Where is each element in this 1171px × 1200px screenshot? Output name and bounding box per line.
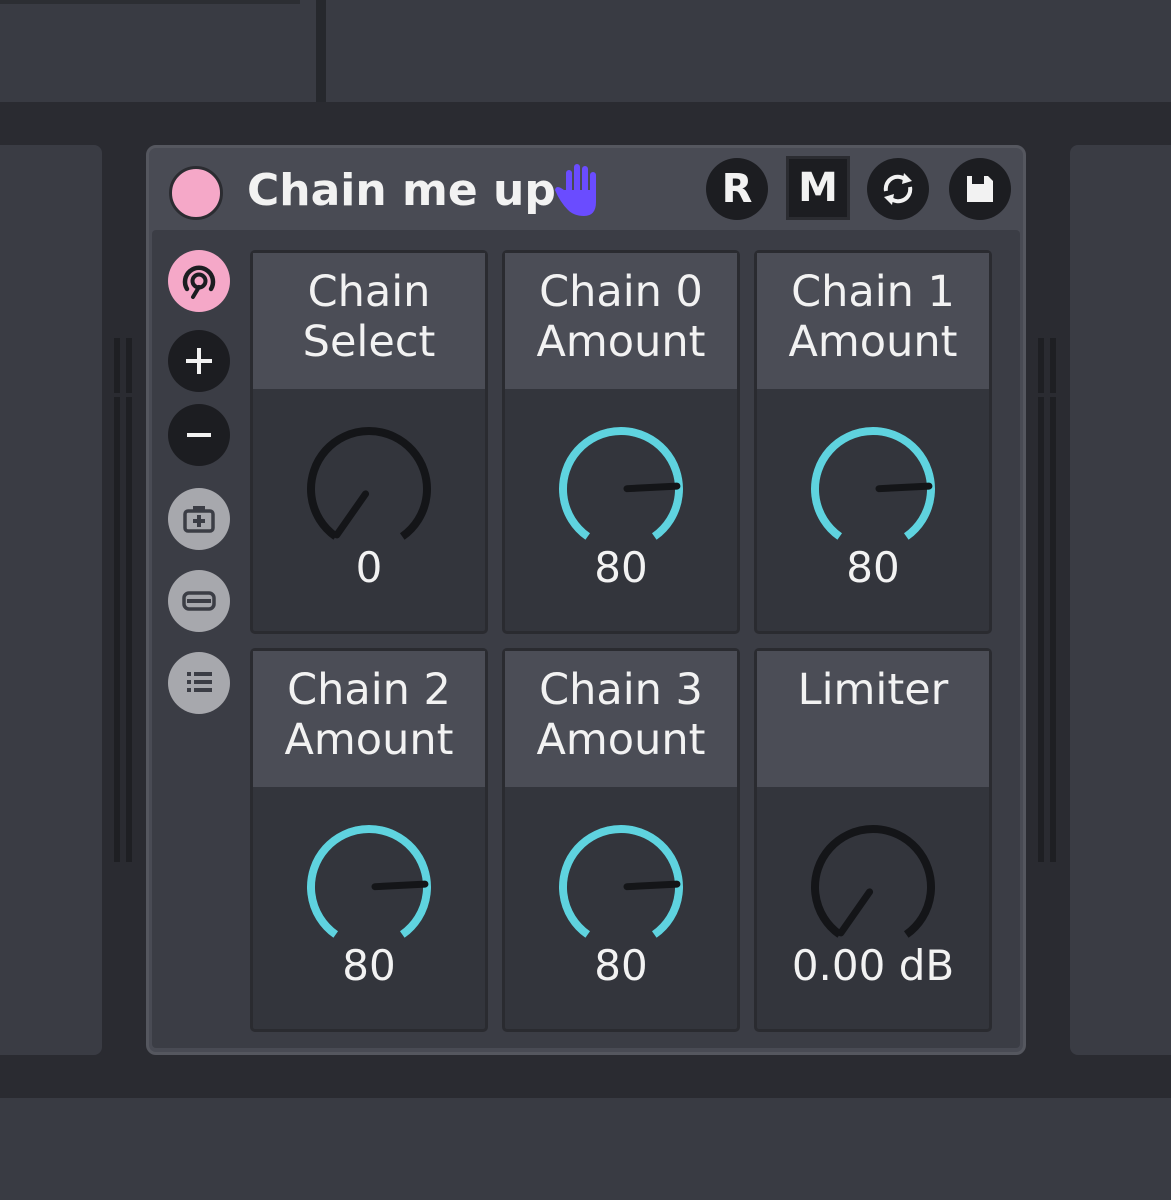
plus-icon <box>186 348 212 374</box>
knob-track <box>307 427 431 540</box>
knob-header: Chain 3 Amount <box>505 651 737 787</box>
knob-value: 80 <box>594 543 648 592</box>
device-title[interactable]: Chain me up <box>247 164 556 218</box>
knob-value: 0 <box>355 543 383 592</box>
output-meter <box>1036 338 1060 862</box>
knob-label: Chain 3 Amount <box>536 665 706 765</box>
knob-pointer <box>333 490 370 539</box>
previous-device-panel <box>0 145 102 1055</box>
knob-value: 80 <box>594 941 648 990</box>
knob-value: 0.00 dB <box>791 941 955 990</box>
knob-dial[interactable] <box>301 421 437 557</box>
rack-device: Chain me up R M Chain Select 0 Chain 0 A… <box>146 145 1026 1055</box>
bottom-area <box>0 1098 1171 1200</box>
device-header: Chain me up R M <box>149 148 1023 228</box>
top-divider-line <box>0 0 300 4</box>
chain-3-amount-knob[interactable]: Chain 3 Amount 80 <box>502 648 740 1032</box>
knob-header: Limiter <box>757 651 989 787</box>
top-split-divider[interactable] <box>316 0 326 102</box>
macro-variations-button[interactable] <box>168 250 230 312</box>
chain-2-amount-knob[interactable]: Chain 2 Amount 80 <box>250 648 488 1032</box>
knob-pointer <box>623 482 681 493</box>
knob-label: Chain 0 Amount <box>536 267 706 367</box>
knob-dial[interactable] <box>553 421 689 557</box>
knob-value: 80 <box>846 543 900 592</box>
meter-bar <box>1038 338 1044 862</box>
meter-notch <box>112 393 136 397</box>
knob-dial[interactable] <box>553 819 689 955</box>
randomize-icon <box>182 591 216 611</box>
knob-label: Chain Select <box>302 267 436 367</box>
knob-dial[interactable] <box>805 421 941 557</box>
randomize-button[interactable] <box>168 570 230 632</box>
meter-bar <box>126 338 132 862</box>
knob-pointer <box>875 482 933 493</box>
chain-0-amount-knob[interactable]: Chain 0 Amount 80 <box>502 250 740 634</box>
knob-header: Chain 1 Amount <box>757 253 989 389</box>
knob-dial[interactable] <box>301 819 437 955</box>
power-toggle-icon[interactable] <box>169 166 223 220</box>
knob-pointer <box>371 880 429 891</box>
knob-label: Chain 2 Amount <box>284 665 454 765</box>
hot-swap-button[interactable] <box>867 158 929 220</box>
knob-header: Chain 2 Amount <box>253 651 485 787</box>
remove-macro-button[interactable] <box>168 404 230 466</box>
knob-label: Limiter <box>797 665 949 715</box>
knob-pointer <box>837 888 874 937</box>
save-preset-button[interactable] <box>949 158 1011 220</box>
meter-notch <box>1036 393 1060 397</box>
snapshot-button[interactable] <box>168 488 230 550</box>
chain-list-button[interactable] <box>168 652 230 714</box>
knob-header: Chain 0 Amount <box>505 253 737 389</box>
meter-bar <box>1050 338 1056 862</box>
list-icon <box>187 672 212 692</box>
add-macro-button[interactable] <box>168 330 230 392</box>
meter-bar <box>114 338 120 862</box>
macro-map-button[interactable]: M <box>786 156 850 220</box>
hot-swap-icon <box>883 173 913 205</box>
top-track-area <box>0 0 1171 102</box>
next-device-panel <box>1070 145 1171 1055</box>
chain-1-amount-knob[interactable]: Chain 1 Amount 80 <box>754 250 992 634</box>
knob-value: 80 <box>342 941 396 990</box>
snapshot-icon <box>183 506 215 533</box>
save-icon <box>967 176 993 202</box>
minus-icon <box>187 433 211 437</box>
macro-map-icon <box>182 265 216 299</box>
knob-header: Chain Select <box>253 253 485 389</box>
hand-icon[interactable] <box>552 162 604 218</box>
macro-record-button[interactable]: R <box>706 158 768 220</box>
knob-dial[interactable] <box>805 819 941 955</box>
knob-track <box>811 825 935 938</box>
input-meter <box>112 338 136 862</box>
device-body: Chain Select 0 Chain 0 Amount 80 Chain 1 Amo… <box>152 230 1020 1048</box>
knob-pointer <box>623 880 681 891</box>
knob-label: Chain 1 Amount <box>788 267 958 367</box>
chain-select-knob[interactable]: Chain Select 0 <box>250 250 488 634</box>
limiter-knob[interactable]: Limiter 0.00 dB <box>754 648 992 1032</box>
